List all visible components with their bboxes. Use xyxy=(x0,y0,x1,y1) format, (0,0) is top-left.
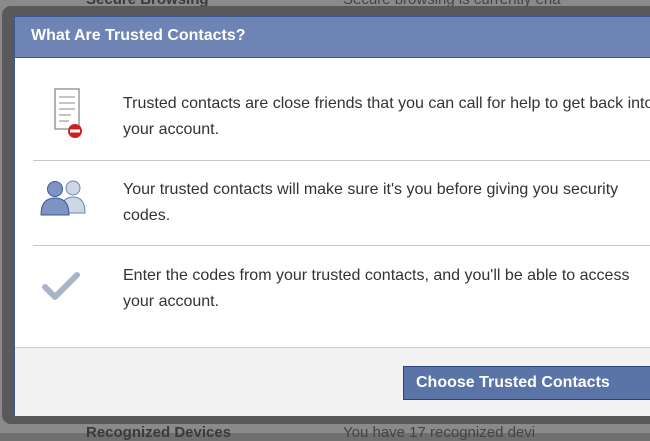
checkmark-icon xyxy=(33,269,83,310)
dialog-title: What Are Trusted Contacts? xyxy=(31,27,246,44)
row-divider xyxy=(33,160,650,161)
trusted-contacts-dialog: What Are Trusted Contacts? Trusted conta… xyxy=(14,16,650,416)
info-row-3: Enter the codes from your trusted contac… xyxy=(33,249,650,329)
info-row-3-text: Enter the codes from your trusted contac… xyxy=(123,267,630,310)
people-icon xyxy=(33,177,89,222)
info-row-1-text: Trusted contacts are close friends that … xyxy=(123,95,650,138)
info-row-2-text: Your trusted contacts will make sure it'… xyxy=(123,181,619,224)
dialog-footer: Choose Trusted Contacts xyxy=(15,347,650,416)
info-row-1: Trusted contacts are close friends that … xyxy=(33,77,650,157)
info-row-2: Your trusted contacts will make sure it'… xyxy=(33,163,650,243)
document-icon xyxy=(33,87,83,148)
row-divider xyxy=(33,245,650,246)
choose-trusted-contacts-button[interactable]: Choose Trusted Contacts xyxy=(403,366,650,400)
dialog-header: What Are Trusted Contacts? xyxy=(15,17,650,58)
